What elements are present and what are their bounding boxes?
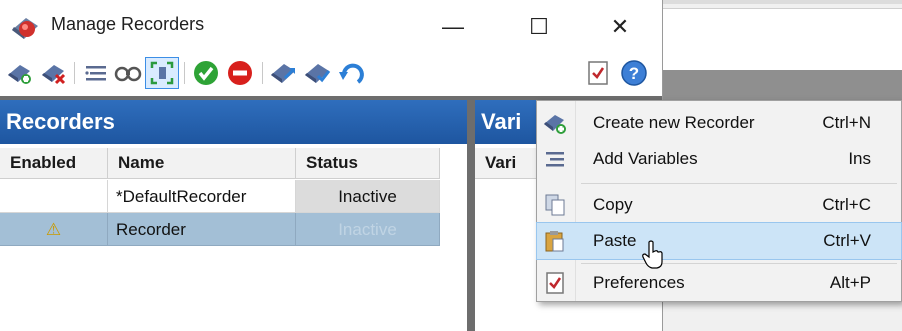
add-recorder-icon[interactable] <box>4 58 36 88</box>
undo-icon[interactable] <box>336 58 368 88</box>
name-cell[interactable]: Recorder <box>108 213 296 246</box>
menu-item-label: Create new Recorder <box>593 113 755 132</box>
status-cell: Inactive <box>296 213 440 246</box>
close-button[interactable]: ✕ <box>595 10 645 44</box>
recorders-panel: Recorders Enabled Name Status *DefaultRe… <box>0 100 467 331</box>
table-row-selected[interactable]: ⚠ Recorder Inactive <box>0 213 440 246</box>
export-icon[interactable] <box>268 58 300 88</box>
menu-separator <box>581 263 897 264</box>
toolbar-separator <box>74 62 75 84</box>
copy-icon <box>541 191 569 219</box>
context-menu: Create new Recorder Ctrl+N Add Variables… <box>536 100 902 302</box>
minimize-icon: — <box>442 14 464 39</box>
svg-text:?: ? <box>629 64 639 83</box>
menu-item-shortcut: Ins <box>848 149 871 168</box>
minimize-button[interactable]: — <box>428 10 478 44</box>
view-icon[interactable] <box>112 58 144 88</box>
menu-item-add-variables[interactable]: Add Variables Ins <box>537 141 901 177</box>
warning-icon: ⚠ <box>0 213 108 246</box>
column-header-name[interactable]: Name <box>108 148 296 178</box>
table-row[interactable]: *DefaultRecorder Inactive <box>0 180 440 213</box>
import-icon[interactable] <box>302 58 334 88</box>
menu-item-shortcut: Alt+P <box>829 273 871 292</box>
enable-icon[interactable] <box>190 58 222 88</box>
maximize-button[interactable]: ☐ <box>514 10 564 44</box>
paste-icon <box>541 227 569 255</box>
toolbar-separator <box>184 62 185 84</box>
column-header-status[interactable]: Status <box>296 148 440 178</box>
hand-cursor-icon <box>642 240 663 269</box>
enabled-cell[interactable] <box>0 180 108 213</box>
window-title: Manage Recorders <box>51 14 205 34</box>
status-cell: Inactive <box>296 180 440 213</box>
menu-item-shortcut: Ctrl+C <box>822 195 871 214</box>
menu-item-label: Copy <box>593 195 633 214</box>
create-recorder-icon <box>541 109 569 137</box>
menu-item-label: Preferences <box>593 273 685 292</box>
background-band <box>660 70 902 100</box>
maximize-icon: ☐ <box>529 14 549 39</box>
variables-list-icon[interactable] <box>80 58 112 88</box>
menu-item-shortcut: Ctrl+N <box>822 113 871 132</box>
toolbar-separator <box>262 62 263 84</box>
menu-item-preferences[interactable]: Preferences Alt+P <box>537 265 901 301</box>
preferences-icon <box>541 269 569 297</box>
disable-icon[interactable] <box>224 58 256 88</box>
background-strip <box>660 0 902 4</box>
background-toolbar <box>660 8 902 71</box>
menu-item-create-new-recorder[interactable]: Create new Recorder Ctrl+N <box>537 105 901 141</box>
close-icon: ✕ <box>610 14 630 39</box>
column-header-enabled[interactable]: Enabled <box>0 148 108 178</box>
recorder-app-icon <box>12 18 38 39</box>
help-icon[interactable]: ? <box>618 58 650 88</box>
toolbar: ? <box>0 54 662 94</box>
delete-recorder-icon[interactable] <box>38 58 70 88</box>
menu-item-copy[interactable]: Copy Ctrl+C <box>537 187 901 223</box>
select-frame-icon[interactable] <box>145 57 179 89</box>
preferences-icon[interactable] <box>582 58 614 88</box>
menu-separator <box>581 183 897 184</box>
recorders-panel-title: Recorders <box>0 100 467 144</box>
menu-item-shortcut: Ctrl+V <box>823 231 871 250</box>
recorders-grid-header: Enabled Name Status <box>0 148 440 179</box>
menu-item-label: Paste <box>593 231 637 250</box>
name-cell[interactable]: *DefaultRecorder <box>108 180 296 213</box>
add-variables-icon <box>541 145 569 173</box>
menu-item-paste[interactable]: Paste Ctrl+V <box>536 222 902 260</box>
menu-item-label: Add Variables <box>593 149 698 168</box>
title-bar[interactable]: Manage Recorders — ☐ ✕ <box>0 0 662 52</box>
